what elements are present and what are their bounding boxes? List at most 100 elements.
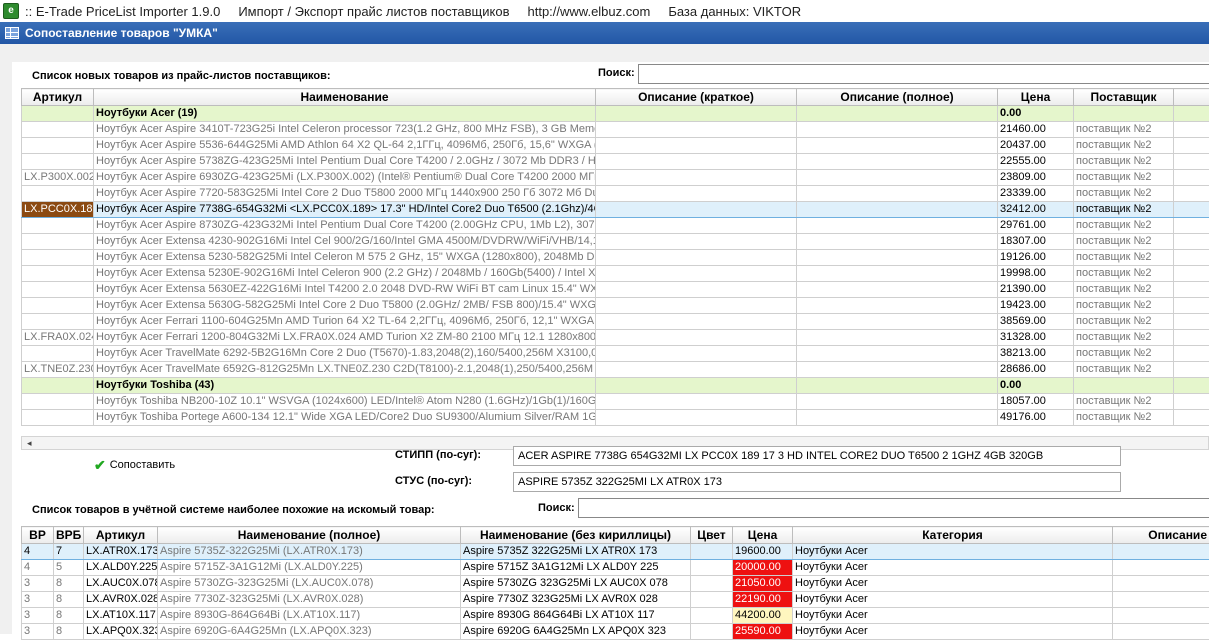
cell-article[interactable] bbox=[22, 218, 94, 234]
cell-name[interactable]: Ноутбуки Acer (19) bbox=[94, 106, 596, 122]
cell-supplier[interactable]: поставщик №2 bbox=[1074, 250, 1174, 266]
cell-article[interactable] bbox=[22, 234, 94, 250]
table-row[interactable]: LX.PCC0X.189Ноутбук Acer Aspire 7738G-65… bbox=[22, 202, 1209, 218]
top-search-input[interactable] bbox=[638, 64, 1209, 84]
cell-extra[interactable] bbox=[1174, 170, 1209, 186]
cell-price[interactable]: 31328.00 bbox=[998, 330, 1074, 346]
cell-color[interactable] bbox=[691, 576, 733, 592]
cell-color[interactable] bbox=[691, 624, 733, 640]
table-row[interactable]: Ноутбук Acer Aspire 3410T-723G25i Intel … bbox=[22, 122, 1209, 138]
cell-latin-name[interactable]: Aspire 6920G 6A4G25Mn LX APQ0X 323 bbox=[461, 624, 691, 640]
cell-full-desc[interactable] bbox=[797, 154, 998, 170]
cell-article[interactable] bbox=[22, 378, 94, 394]
cell-name[interactable]: Ноутбук Acer Aspire 5536-644G25Mi AMD At… bbox=[94, 138, 596, 154]
column-header-short-desc[interactable]: Описание (краткое) bbox=[596, 89, 797, 106]
cell-supplier[interactable]: поставщик №2 bbox=[1074, 218, 1174, 234]
cell-article[interactable]: LX.AUC0X.078 bbox=[84, 576, 158, 592]
cell-full-desc[interactable] bbox=[797, 186, 998, 202]
cell-description[interactable] bbox=[1113, 560, 1209, 576]
cell-extra[interactable] bbox=[1174, 378, 1209, 394]
cell-short-desc[interactable] bbox=[596, 154, 797, 170]
cell-name[interactable]: Ноутбуки Toshiba (43) bbox=[94, 378, 596, 394]
cell-article[interactable] bbox=[22, 122, 94, 138]
cell-short-desc[interactable] bbox=[596, 282, 797, 298]
cell-supplier[interactable]: поставщик №2 bbox=[1074, 410, 1174, 426]
cell-supplier[interactable]: поставщик №2 bbox=[1074, 186, 1174, 202]
cell-short-desc[interactable] bbox=[596, 122, 797, 138]
cell-article[interactable]: LX.P300X.002 bbox=[22, 170, 94, 186]
cell-vrb[interactable]: 8 bbox=[54, 624, 84, 640]
cell-name[interactable]: Ноутбук Acer Ferrari 1200-804G32Mi LX.FR… bbox=[94, 330, 596, 346]
cell-supplier[interactable]: поставщик №2 bbox=[1074, 282, 1174, 298]
cell-short-desc[interactable] bbox=[596, 250, 797, 266]
cell-full-desc[interactable] bbox=[797, 234, 998, 250]
cell-name[interactable]: Ноутбук Acer Extensa 5230E-902G16Mi Inte… bbox=[94, 266, 596, 282]
cell-price[interactable]: 18307.00 bbox=[998, 234, 1074, 250]
cell-category[interactable]: Ноутбуки Acer bbox=[793, 576, 1113, 592]
column-header-article[interactable]: Артикул bbox=[84, 527, 158, 544]
cell-extra[interactable] bbox=[1174, 298, 1209, 314]
cell-extra[interactable] bbox=[1174, 138, 1209, 154]
cell-extra[interactable] bbox=[1174, 346, 1209, 362]
cell-full-desc[interactable] bbox=[797, 362, 998, 378]
cell-full-desc[interactable] bbox=[797, 346, 998, 362]
cell-article[interactable] bbox=[22, 250, 94, 266]
cell-vr[interactable]: 3 bbox=[22, 592, 54, 608]
cell-full-desc[interactable] bbox=[797, 122, 998, 138]
cell-full-name[interactable]: Aspire 5715Z-3A1G12Mi (LX.ALD0Y.225) bbox=[158, 560, 461, 576]
table-row[interactable]: Ноутбук Acer Aspire 7720-583G25Mi Intel … bbox=[22, 186, 1209, 202]
table-row[interactable]: 45LX.ALD0Y.225Aspire 5715Z-3A1G12Mi (LX.… bbox=[22, 560, 1209, 576]
column-header-supplier[interactable]: Поставщик bbox=[1074, 89, 1174, 106]
cell-price[interactable]: 38569.00 bbox=[998, 314, 1074, 330]
cell-supplier[interactable]: поставщик №2 bbox=[1074, 234, 1174, 250]
cell-article[interactable]: LX.PCC0X.189 bbox=[22, 202, 94, 218]
cell-vr[interactable]: 3 bbox=[22, 576, 54, 592]
table-row[interactable]: Ноутбук Acer Aspire 5536-644G25Mi AMD At… bbox=[22, 138, 1209, 154]
table-row[interactable]: Ноутбук Acer Extensa 5230E-902G16Mi Inte… bbox=[22, 266, 1209, 282]
cell-color[interactable] bbox=[691, 592, 733, 608]
cell-vr[interactable]: 4 bbox=[22, 560, 54, 576]
cell-description[interactable] bbox=[1113, 624, 1209, 640]
cell-price[interactable]: 18057.00 bbox=[998, 394, 1074, 410]
table-row[interactable]: 47LX.ATR0X.173Aspire 5735Z-322G25Mi (LX.… bbox=[22, 544, 1209, 560]
cell-name[interactable]: Ноутбук Toshiba Portege A600-134 12.1" W… bbox=[94, 410, 596, 426]
column-header-vrb[interactable]: ВРБ bbox=[54, 527, 84, 544]
stipp-field[interactable]: ACER ASPIRE 7738G 654G32MI LX PCC0X 189 … bbox=[513, 446, 1121, 466]
cell-price[interactable]: 38213.00 bbox=[998, 346, 1074, 362]
table-row[interactable]: Ноутбук Acer Aspire 5738ZG-423G25Mi Inte… bbox=[22, 154, 1209, 170]
cell-supplier[interactable]: поставщик №2 bbox=[1074, 154, 1174, 170]
cell-price[interactable]: 21390.00 bbox=[998, 282, 1074, 298]
table-row[interactable]: LX.P300X.002Ноутбук Acer Aspire 6930ZG-4… bbox=[22, 170, 1209, 186]
cell-description[interactable] bbox=[1113, 608, 1209, 624]
cell-extra[interactable] bbox=[1174, 234, 1209, 250]
column-header-price[interactable]: Цена bbox=[733, 527, 793, 544]
cell-vrb[interactable]: 8 bbox=[54, 608, 84, 624]
cell-category[interactable]: Ноутбуки Acer bbox=[793, 560, 1113, 576]
cell-short-desc[interactable] bbox=[596, 346, 797, 362]
cell-description[interactable] bbox=[1113, 592, 1209, 608]
cell-latin-name[interactable]: Aspire 5715Z 3A1G12Mi LX ALD0Y 225 bbox=[461, 560, 691, 576]
cell-short-desc[interactable] bbox=[596, 218, 797, 234]
cell-name[interactable]: Ноутбук Acer Aspire 7738G-654G32Mi <LX.P… bbox=[94, 202, 596, 218]
cell-full-name[interactable]: Aspire 5730ZG-323G25Mi (LX.AUC0X.078) bbox=[158, 576, 461, 592]
group-row[interactable]: Ноутбуки Toshiba (43)0.00 bbox=[22, 378, 1209, 394]
cell-short-desc[interactable] bbox=[596, 106, 797, 122]
cell-supplier[interactable]: поставщик №2 bbox=[1074, 138, 1174, 154]
cell-article[interactable] bbox=[22, 394, 94, 410]
table-row[interactable]: Ноутбук Toshiba NB200-10Z 10.1" WSVGA (1… bbox=[22, 394, 1209, 410]
cell-article[interactable] bbox=[22, 266, 94, 282]
cell-supplier[interactable]: поставщик №2 bbox=[1074, 330, 1174, 346]
cell-price[interactable]: 19600.00 bbox=[733, 544, 793, 560]
cell-article[interactable] bbox=[22, 186, 94, 202]
cell-color[interactable] bbox=[691, 560, 733, 576]
cell-vrb[interactable]: 7 bbox=[54, 544, 84, 560]
cell-supplier[interactable]: поставщик №2 bbox=[1074, 346, 1174, 362]
cell-vrb[interactable]: 8 bbox=[54, 576, 84, 592]
cell-price[interactable]: 28686.00 bbox=[998, 362, 1074, 378]
cell-short-desc[interactable] bbox=[596, 330, 797, 346]
cell-article[interactable] bbox=[22, 154, 94, 170]
cell-extra[interactable] bbox=[1174, 394, 1209, 410]
cell-price[interactable]: 23339.00 bbox=[998, 186, 1074, 202]
cell-article[interactable]: LX.ALD0Y.225 bbox=[84, 560, 158, 576]
column-header-vr[interactable]: ВР bbox=[22, 527, 54, 544]
